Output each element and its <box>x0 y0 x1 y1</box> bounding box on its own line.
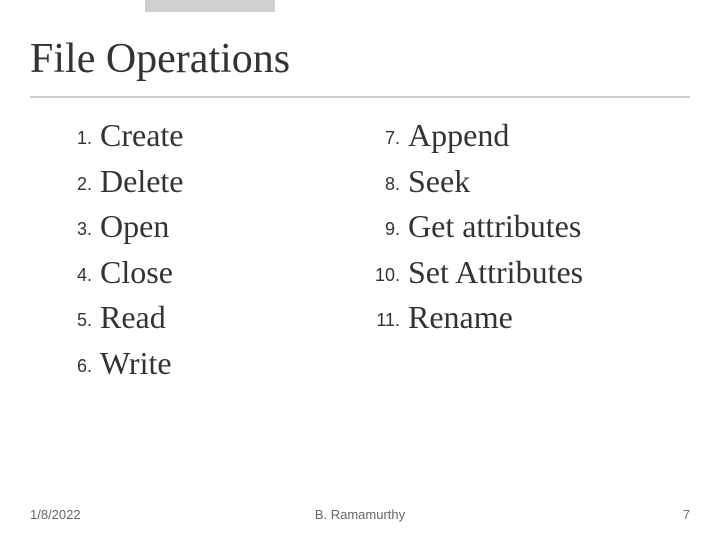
item-text: Close <box>100 252 173 294</box>
item-number: 2. <box>30 161 100 196</box>
title-underline <box>30 96 690 98</box>
item-text: Write <box>100 343 172 385</box>
list-item: 7. Append <box>360 115 690 157</box>
content-columns: 1. Create 2. Delete 3. Open 4. Close 5. <box>30 115 690 389</box>
item-number: 3. <box>30 206 100 241</box>
decorative-bar <box>145 0 275 12</box>
list-item: 5. Read <box>30 297 360 339</box>
item-text: Open <box>100 206 169 248</box>
item-number: 6. <box>30 343 100 378</box>
footer-author: B. Ramamurthy <box>0 507 720 522</box>
slide: File Operations 1. Create 2. Delete 3. O… <box>0 0 720 540</box>
item-number: 11. <box>360 297 408 332</box>
list-item: 8. Seek <box>360 161 690 203</box>
list-item: 1. Create <box>30 115 360 157</box>
list-item: 9. Get attributes <box>360 206 690 248</box>
slide-title: File Operations <box>30 35 290 83</box>
item-text: Seek <box>408 161 470 203</box>
left-list: 1. Create 2. Delete 3. Open 4. Close 5. <box>30 115 360 385</box>
right-column: 7. Append 8. Seek 9. Get attributes 10. … <box>360 115 690 389</box>
list-item: 3. Open <box>30 206 360 248</box>
left-column: 1. Create 2. Delete 3. Open 4. Close 5. <box>30 115 360 389</box>
list-item: 11. Rename <box>360 297 690 339</box>
list-item: 2. Delete <box>30 161 360 203</box>
footer-page-number: 7 <box>683 507 690 522</box>
right-list: 7. Append 8. Seek 9. Get attributes 10. … <box>360 115 690 339</box>
item-number: 1. <box>30 115 100 150</box>
item-number: 8. <box>360 161 408 196</box>
item-text: Append <box>408 115 509 157</box>
list-item: 10. Set Attributes <box>360 252 690 294</box>
list-item: 4. Close <box>30 252 360 294</box>
item-number: 7. <box>360 115 408 150</box>
item-text: Set Attributes <box>408 252 583 294</box>
item-number: 5. <box>30 297 100 332</box>
item-text: Delete <box>100 161 184 203</box>
item-text: Get attributes <box>408 206 581 248</box>
list-item: 6. Write <box>30 343 360 385</box>
item-number: 9. <box>360 206 408 241</box>
item-number: 10. <box>360 252 408 287</box>
item-text: Create <box>100 115 184 157</box>
item-text: Rename <box>408 297 513 339</box>
item-text: Read <box>100 297 166 339</box>
item-number: 4. <box>30 252 100 287</box>
